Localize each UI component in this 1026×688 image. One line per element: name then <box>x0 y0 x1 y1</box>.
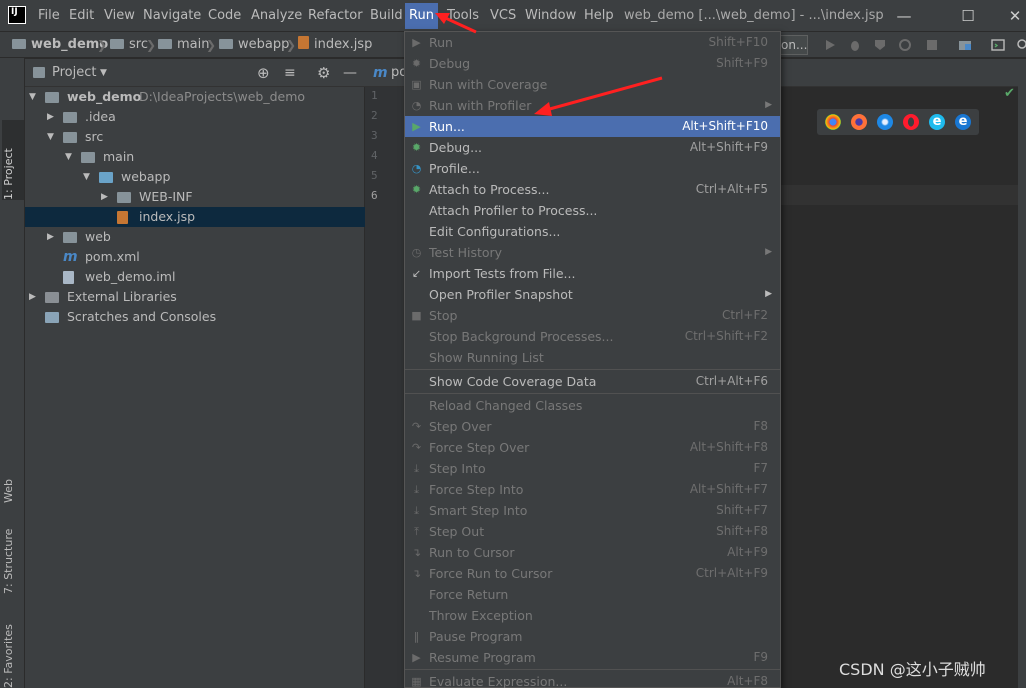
ide-window: IJ File Edit View Navigate Code Analyze Refact… <box>0 0 1026 688</box>
annotation-arrow-run-item <box>534 76 663 116</box>
annotation-arrows <box>435 13 663 116</box>
watermark: CSDN @这小子贼帅 <box>839 660 986 679</box>
annotation-arrow-run-menu <box>435 13 477 34</box>
